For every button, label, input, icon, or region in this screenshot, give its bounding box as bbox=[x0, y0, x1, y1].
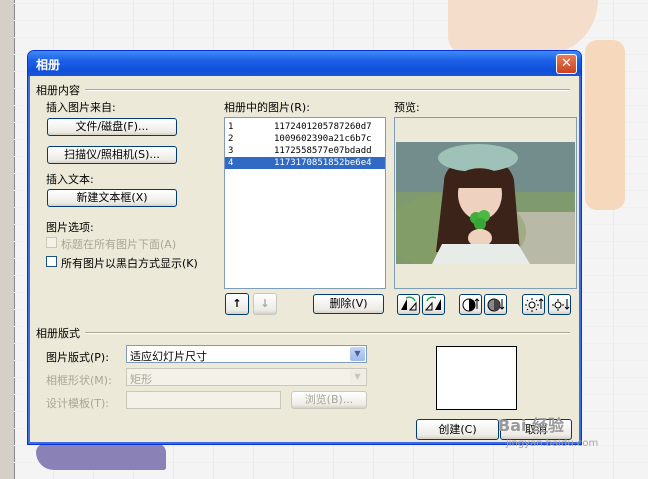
dialog-titlebar[interactable]: 相册 ✕ bbox=[28, 51, 581, 76]
chevron-down-icon: ▼ bbox=[350, 370, 365, 384]
contrast-down-icon bbox=[487, 298, 505, 312]
insert-text-label: 插入文本: bbox=[46, 173, 94, 186]
contrast-up-icon bbox=[462, 298, 480, 312]
chevron-down-icon: ▼ bbox=[350, 347, 365, 361]
section-divider bbox=[85, 332, 570, 334]
background-decoration-orange-bar bbox=[585, 40, 625, 210]
pictures-in-album-label: 相册中的图片(R): bbox=[224, 101, 310, 114]
watermark-url: jingyan.baidu.com bbox=[506, 438, 599, 449]
picture-layout-value: 适应幻灯片尺寸 bbox=[130, 350, 207, 363]
captions-below-label: 标题在所有图片下面(A) bbox=[61, 238, 177, 251]
contrast-decrease-button[interactable] bbox=[484, 294, 507, 315]
album-content-title: 相册内容 bbox=[36, 84, 80, 97]
layout-preview bbox=[436, 346, 517, 410]
list-item[interactable]: 1 1172401205787260d7 bbox=[225, 121, 385, 133]
picture-options-label: 图片选项: bbox=[46, 221, 94, 234]
rotate-right-button[interactable] bbox=[422, 294, 445, 315]
move-down-button[interactable]: ↓ bbox=[253, 293, 277, 315]
list-item[interactable]: 2 1009602390a21c6b7c bbox=[225, 133, 385, 145]
list-item[interactable]: 3 1172558577e07bdadd bbox=[225, 145, 385, 157]
picture-layout-label: 图片版式(P): bbox=[46, 351, 109, 364]
close-icon: ✕ bbox=[561, 56, 572, 71]
frame-shape-select[interactable]: 矩形 ▼ bbox=[126, 368, 367, 386]
list-item-selected[interactable]: 4 1173170851852be6e4 bbox=[225, 157, 385, 169]
file-disk-button[interactable]: 文件/磁盘(F)... bbox=[47, 118, 177, 136]
preview-pane bbox=[394, 117, 577, 289]
brightness-decrease-button[interactable] bbox=[548, 294, 571, 315]
brightness-up-icon bbox=[525, 298, 544, 312]
create-button[interactable]: 创建(C) bbox=[416, 419, 499, 440]
design-template-input[interactable] bbox=[126, 391, 281, 409]
arrow-up-icon: ↑ bbox=[232, 297, 242, 310]
black-white-checkbox[interactable] bbox=[46, 256, 57, 267]
scanner-camera-button[interactable]: 扫描仪/照相机(S)... bbox=[47, 146, 177, 164]
watermark: Bai 经验 bbox=[498, 416, 565, 435]
captions-below-checkbox[interactable] bbox=[46, 237, 57, 248]
move-up-button[interactable]: ↑ bbox=[225, 293, 249, 315]
pictures-listbox[interactable]: 1 1172401205787260d7 2 1009602390a21c6b7c … bbox=[224, 117, 386, 289]
new-textbox-button[interactable]: 新建文本框(X) bbox=[47, 189, 177, 207]
design-template-label: 设计模板(T): bbox=[46, 397, 110, 410]
background-decoration-purple bbox=[36, 444, 166, 470]
preview-label: 预览: bbox=[394, 101, 420, 114]
contrast-increase-button[interactable] bbox=[459, 294, 482, 315]
left-edge-strip bbox=[0, 0, 15, 479]
preview-photo bbox=[396, 142, 575, 264]
browse-button[interactable]: 浏览(B)... bbox=[291, 391, 367, 409]
dialog-title: 相册 bbox=[36, 58, 61, 72]
delete-button[interactable]: 删除(V) bbox=[313, 294, 384, 314]
arrow-down-icon: ↓ bbox=[260, 297, 270, 310]
photo-album-dialog: 相册 ✕ 相册内容 插入图片来自: 文件/磁盘(F)... 扫描仪/照相机(S)… bbox=[27, 50, 582, 445]
frame-shape-label: 相框形状(M): bbox=[46, 374, 112, 387]
rotate-left-button[interactable] bbox=[397, 294, 420, 315]
album-layout-title: 相册版式 bbox=[36, 327, 80, 340]
brightness-increase-button[interactable] bbox=[522, 294, 545, 315]
close-button[interactable]: ✕ bbox=[556, 54, 577, 74]
section-divider bbox=[85, 89, 570, 91]
brightness-down-icon bbox=[552, 299, 570, 311]
black-white-label: 所有图片以黑白方式显示(K) bbox=[61, 257, 198, 270]
rotate-right-icon bbox=[424, 296, 441, 311]
insert-picture-label: 插入图片来自: bbox=[46, 101, 116, 114]
dialog-body: 相册内容 插入图片来自: 文件/磁盘(F)... 扫描仪/照相机(S)... 插… bbox=[31, 76, 578, 441]
frame-shape-value: 矩形 bbox=[130, 373, 152, 386]
picture-layout-select[interactable]: 适应幻灯片尺寸 ▼ bbox=[126, 345, 367, 363]
rotate-left-icon bbox=[401, 296, 417, 311]
